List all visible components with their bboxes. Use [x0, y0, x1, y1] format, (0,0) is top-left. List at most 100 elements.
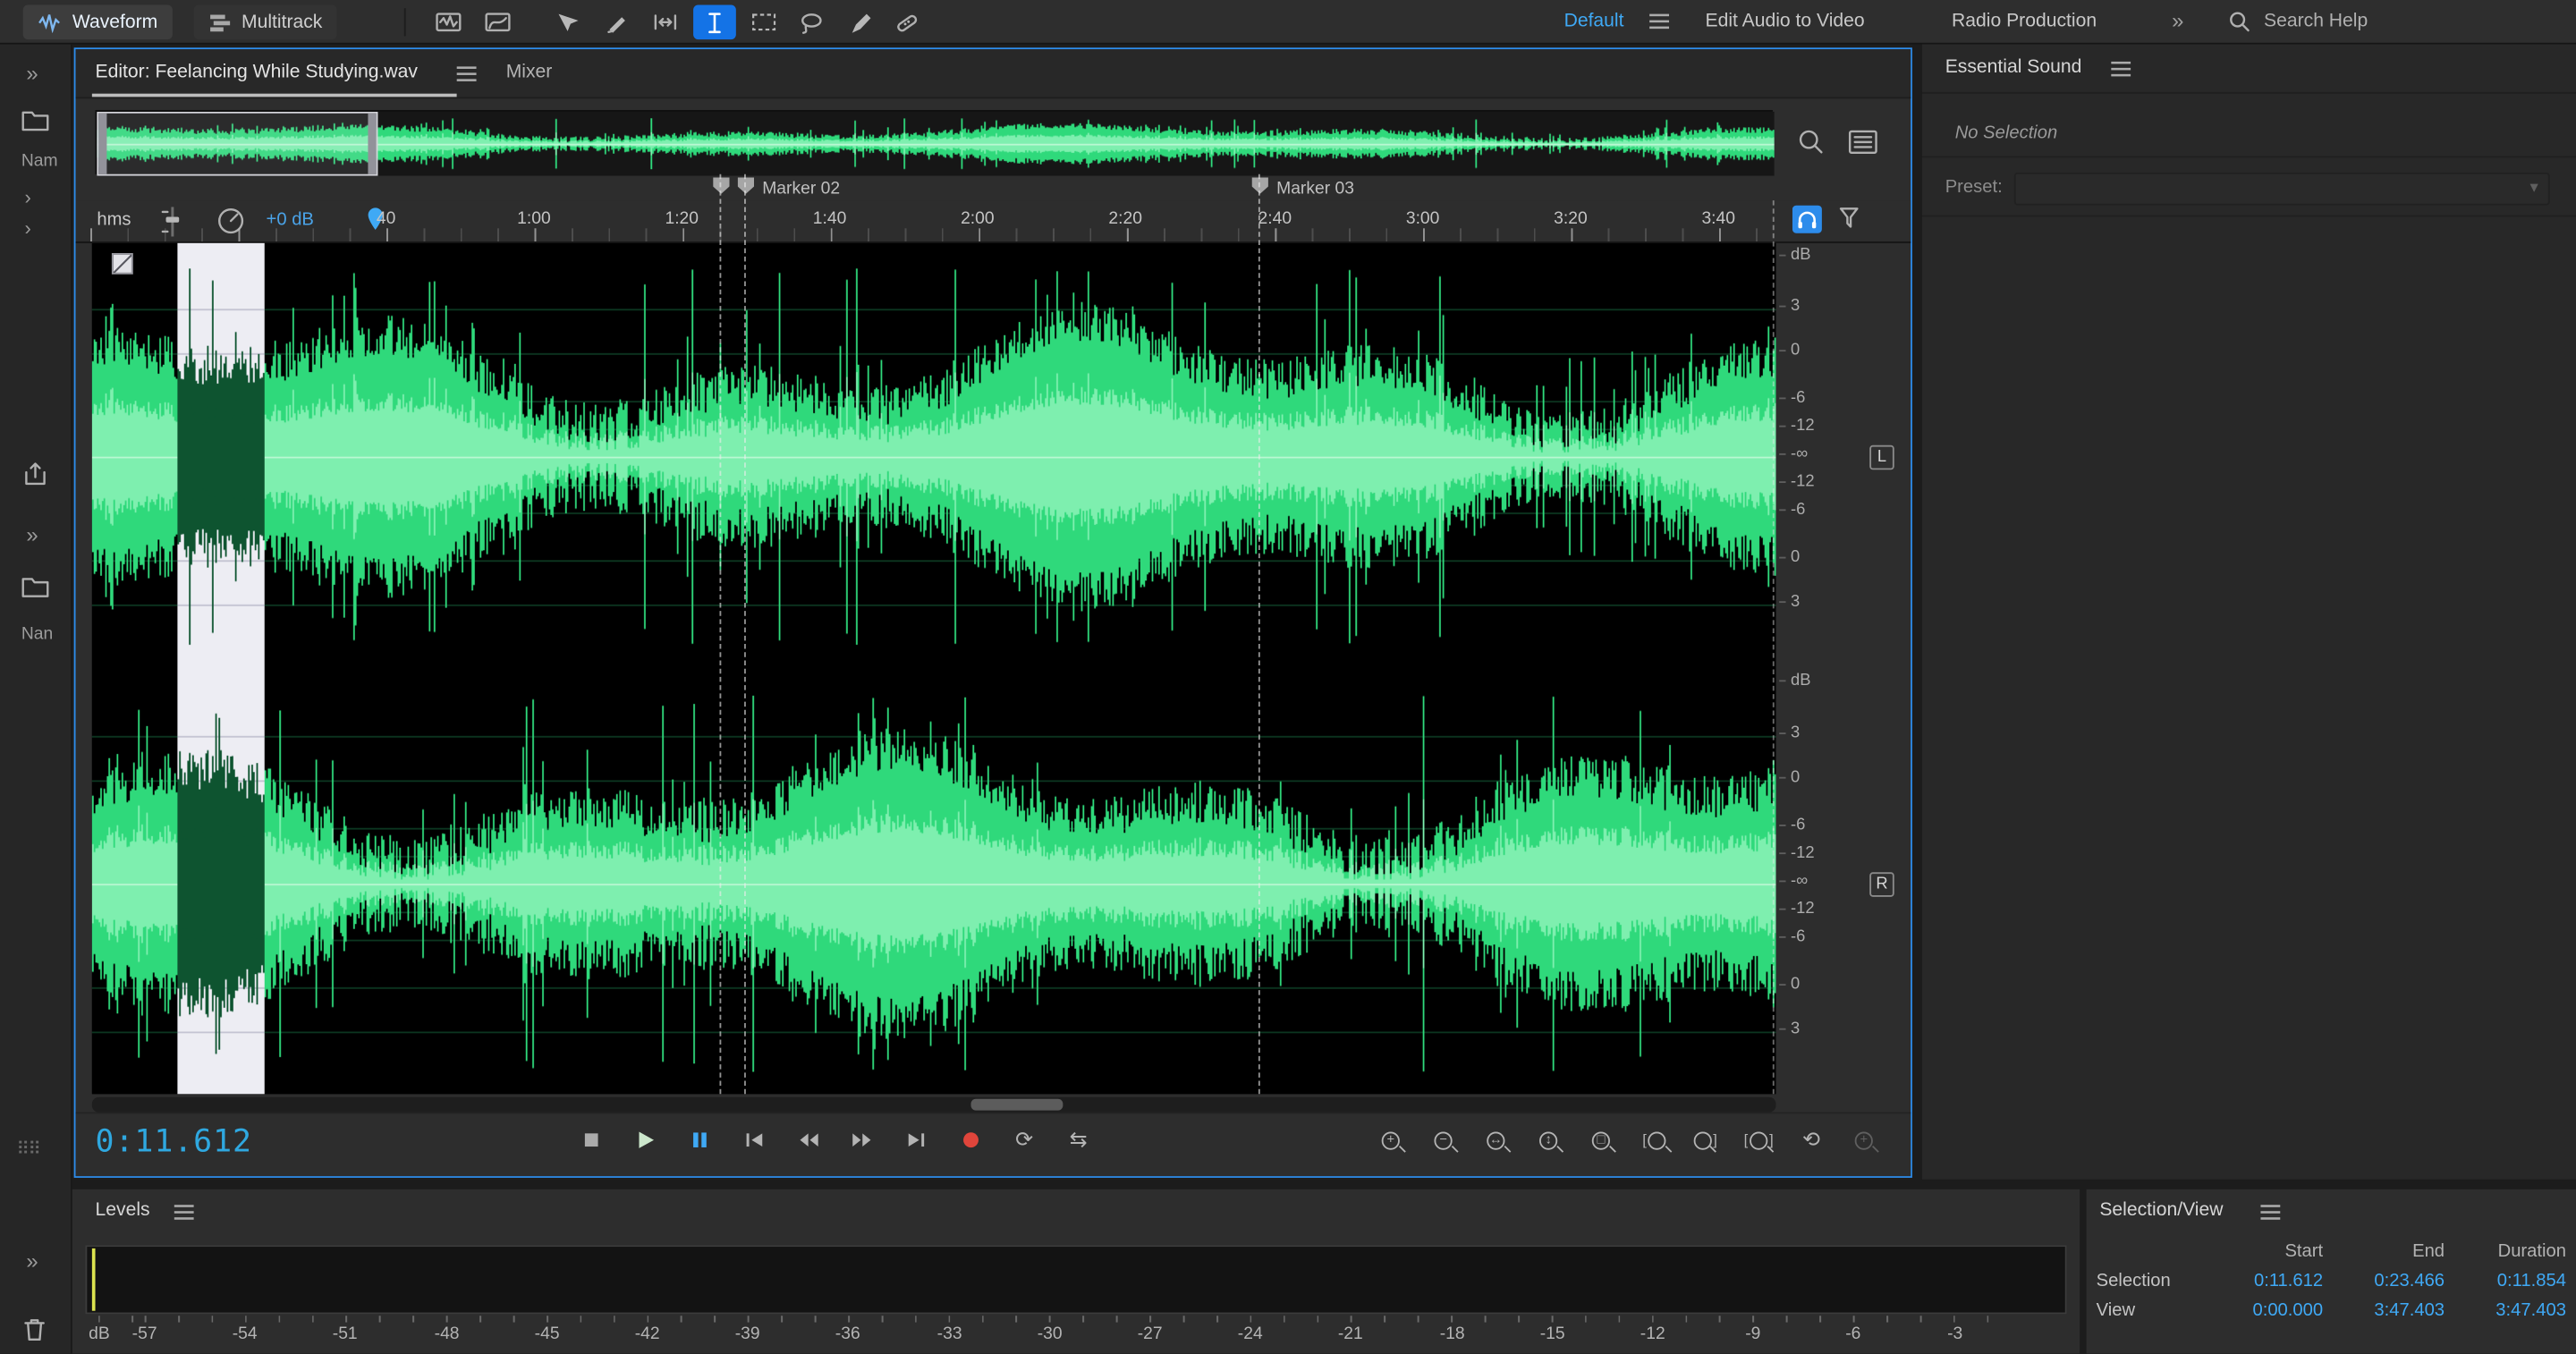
- view-start-value[interactable]: 0:00.000: [2201, 1301, 2323, 1321]
- db-scale-label: -6: [1791, 501, 1805, 519]
- waveform-display-button[interactable]: [428, 5, 470, 40]
- marker-label[interactable]: Marker 03: [1276, 179, 1354, 199]
- search-icon: [2228, 10, 2251, 33]
- slip-tool-button[interactable]: [644, 5, 687, 40]
- right-channel-badge[interactable]: R: [1869, 872, 1894, 897]
- meter-tick-marks: [86, 1316, 2008, 1322]
- ruler-time-label: 2:40: [1258, 208, 1292, 228]
- skip-selection-button[interactable]: ⇆: [1056, 1121, 1101, 1160]
- zoom-to-selection-button[interactable]: []: [1736, 1121, 1781, 1160]
- rewind-button[interactable]: [785, 1121, 830, 1160]
- tab-mixer[interactable]: Mixer: [506, 63, 553, 82]
- move-tool-button[interactable]: [546, 5, 589, 40]
- time-selection-tool-button[interactable]: [693, 5, 736, 40]
- zoom-in-at-out-point-button[interactable]: ]: [1684, 1121, 1729, 1160]
- panel-menu-icon[interactable]: [2111, 61, 2131, 77]
- expand-bottom-panel-icon[interactable]: »: [26, 1248, 38, 1274]
- folder-icon[interactable]: [21, 575, 49, 598]
- tree-expand-chevron-icon[interactable]: ›: [25, 216, 31, 240]
- zoom-in-at-in-point-button[interactable]: [: [1631, 1121, 1676, 1160]
- workspace-tab-edit-audio-to-video[interactable]: Edit Audio to Video: [1706, 12, 1865, 31]
- skip-to-end-button[interactable]: [894, 1121, 938, 1160]
- play-button[interactable]: [623, 1121, 667, 1160]
- view-duration-value[interactable]: 3:47.403: [2445, 1301, 2566, 1321]
- panel-gutter[interactable]: [1912, 45, 1922, 1180]
- overview-strip[interactable]: [96, 110, 1773, 174]
- db-scale-label: -∞: [1791, 872, 1808, 890]
- workspace-tab-default[interactable]: Default: [1564, 12, 1624, 31]
- metronome-pin-icon[interactable]: [1836, 206, 1861, 232]
- loop-playback-button[interactable]: ⟳: [1002, 1121, 1046, 1160]
- ruler-time-label: 2:00: [961, 208, 995, 228]
- waveform-canvas[interactable]: [92, 243, 1776, 1094]
- gain-readout[interactable]: +0 dB: [267, 210, 314, 230]
- preset-dropdown[interactable]: ▾: [2014, 173, 2550, 206]
- stop-button[interactable]: [569, 1121, 614, 1160]
- waveform-display[interactable]: [92, 243, 1776, 1094]
- workspace-tab-radio-production[interactable]: Radio Production: [1952, 12, 2097, 31]
- tab-essential-sound[interactable]: Essential Sound: [1945, 57, 2082, 77]
- panel-gutter[interactable]: [2080, 1189, 2086, 1354]
- lasso-selection-tool-button[interactable]: [790, 5, 833, 40]
- multitrack-view-button[interactable]: Multitrack: [194, 5, 337, 40]
- panel-menu-icon[interactable]: [457, 65, 477, 81]
- overview-selection-handle-left[interactable]: [98, 114, 106, 174]
- waveform-view-button[interactable]: Waveform: [23, 5, 173, 40]
- panel-gutter[interactable]: [72, 1180, 2576, 1189]
- ruler-time-label: 40: [377, 208, 395, 228]
- selection-start-value[interactable]: 0:11.612: [2201, 1272, 2323, 1291]
- time-display[interactable]: 0:11.612: [96, 1123, 252, 1159]
- record-button[interactable]: [948, 1121, 993, 1160]
- markers-panel-name-label: Nan: [21, 624, 69, 644]
- zoom-out-button[interactable]: −: [1421, 1121, 1466, 1160]
- zoom-in-button[interactable]: +: [1368, 1121, 1413, 1160]
- ruler-time-label: 3:20: [1554, 208, 1588, 228]
- folder-icon[interactable]: [21, 108, 49, 131]
- spot-healing-brush-tool-button[interactable]: [886, 5, 928, 40]
- panel-menu-icon[interactable]: [2260, 1204, 2280, 1220]
- razor-tool-button[interactable]: [595, 5, 638, 40]
- timeline-ruler[interactable]: hms +0 dB 40 1:00 1:20 1:40 2:00 2:20 2:…: [75, 200, 1911, 243]
- expand-markers-panel-icon[interactable]: »: [26, 522, 38, 547]
- meter-tick-label: -27: [1138, 1324, 1163, 1343]
- tab-selection-view[interactable]: Selection/View: [2099, 1201, 2223, 1221]
- workspace-overflow-chevrons-icon[interactable]: »: [2172, 8, 2183, 33]
- db-scale-label: -12: [1791, 473, 1815, 491]
- workspace-menu-icon[interactable]: [1649, 13, 1669, 30]
- horizontal-scrollbar[interactable]: [92, 1097, 1776, 1113]
- zoom-navigator-icon[interactable]: [1796, 128, 1827, 156]
- marker-label[interactable]: Marker 02: [762, 179, 840, 199]
- export-icon[interactable]: [21, 461, 49, 487]
- spectral-display-button[interactable]: [477, 5, 520, 40]
- selection-end-value[interactable]: 0:23.466: [2323, 1272, 2445, 1291]
- paintbrush-tool-button[interactable]: [838, 5, 881, 40]
- zoom-in-amplitude-button[interactable]: ↕: [1526, 1121, 1571, 1160]
- skip-to-start-button[interactable]: [731, 1121, 775, 1160]
- transport-controls: ⟳ ⇆: [569, 1121, 1101, 1160]
- pause-button[interactable]: [677, 1121, 722, 1160]
- scrollbar-thumb[interactable]: [971, 1099, 1063, 1111]
- panel-grip-icon[interactable]: ⠿⠿: [16, 1138, 39, 1160]
- search-input[interactable]: Search Help: [2264, 12, 2368, 31]
- panel-menu-icon[interactable]: [174, 1204, 194, 1220]
- reset-zoom-button[interactable]: ⟲: [1789, 1121, 1834, 1160]
- selection-duration-value[interactable]: 0:11.854: [2445, 1272, 2566, 1291]
- view-end-value[interactable]: 3:47.403: [2323, 1301, 2445, 1321]
- fast-forward-button[interactable]: [840, 1121, 885, 1160]
- marquee-selection-tool-button[interactable]: [742, 5, 785, 40]
- tree-expand-chevron-icon[interactable]: ›: [25, 186, 31, 209]
- overview-selection-box[interactable]: [97, 112, 377, 176]
- tab-levels[interactable]: Levels: [96, 1201, 150, 1221]
- zoom-in-time-button[interactable]: ↔: [1474, 1121, 1519, 1160]
- time-format-label[interactable]: hms: [97, 210, 131, 230]
- tab-editor[interactable]: Editor: Feelancing While Studying.wav: [96, 63, 418, 82]
- zoom-out-full-button[interactable]: □: [1579, 1121, 1623, 1160]
- hud-icon[interactable]: [112, 253, 133, 275]
- display-options-list-icon[interactable]: [1848, 130, 1877, 155]
- overview-selection-handle-right[interactable]: [368, 114, 376, 174]
- trash-icon[interactable]: [21, 1317, 47, 1342]
- expand-files-panel-icon[interactable]: »: [26, 61, 38, 86]
- editor-panel: Editor: Feelancing While Studying.wav Mi…: [74, 47, 1912, 1178]
- left-channel-badge[interactable]: L: [1869, 445, 1894, 470]
- monitor-headphones-icon[interactable]: [1792, 206, 1822, 233]
